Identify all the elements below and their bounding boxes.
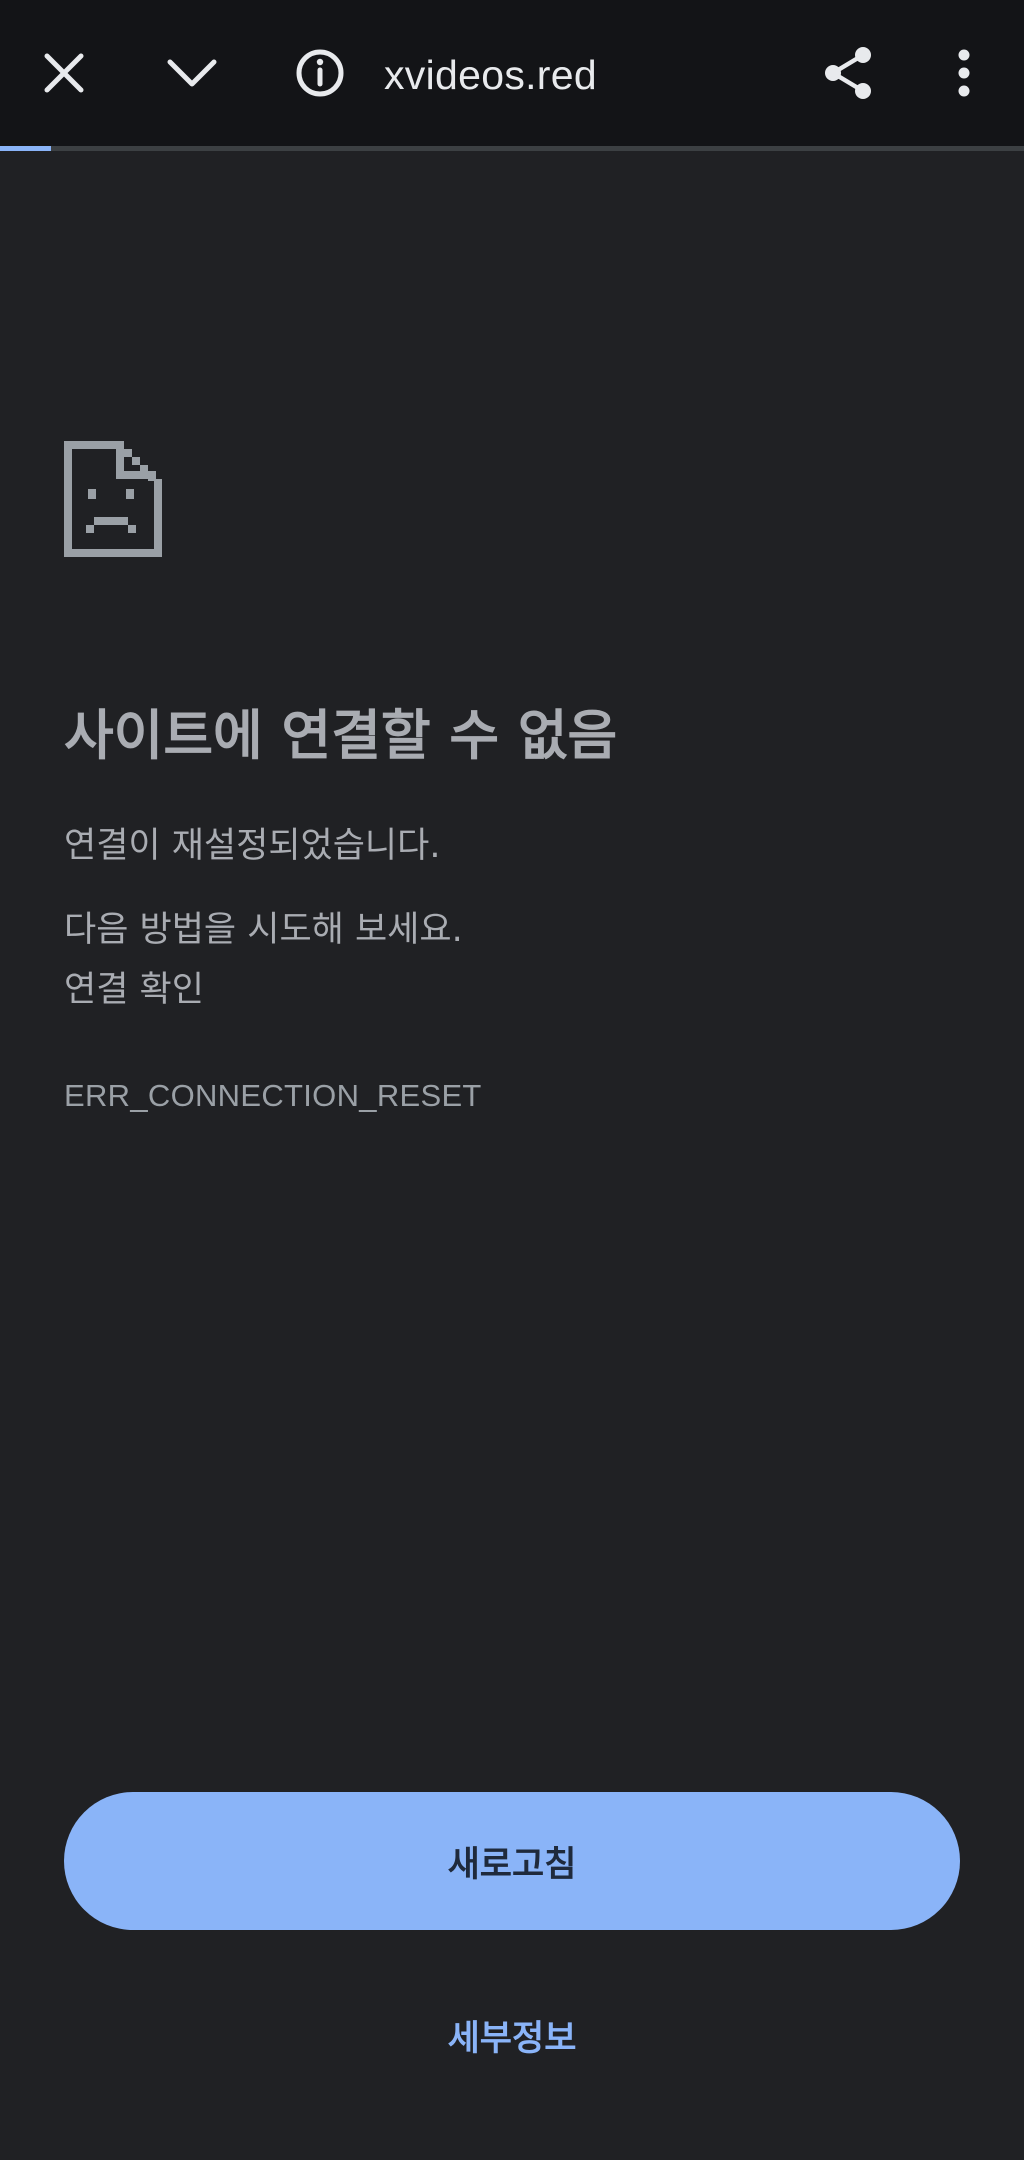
sad-page-icon (64, 441, 162, 557)
chevron-down-icon (167, 59, 217, 87)
url-text[interactable]: xvideos.red (384, 50, 597, 100)
suggestion-item: 연결 확인 (64, 970, 204, 1010)
reload-button[interactable]: 새로고침 (64, 1792, 960, 1930)
share-button[interactable] (808, 33, 888, 113)
info-icon (296, 49, 344, 97)
close-icon (44, 53, 84, 93)
more-vert-icon (958, 49, 970, 97)
close-button[interactable] (24, 33, 104, 113)
minimize-button[interactable] (152, 33, 232, 113)
error-message: 연결이 재설정되었습니다. (64, 826, 441, 866)
more-options-button[interactable] (924, 33, 1004, 113)
details-button[interactable]: 세부정보 (412, 2005, 612, 2065)
reload-button-label: 새로고침 (447, 1844, 577, 1885)
custom-tab-toolbar: xvideos.red (0, 0, 1024, 146)
site-info-button[interactable] (280, 33, 360, 113)
suggestion-intro: 다음 방법을 시도해 보세요. (64, 910, 463, 950)
share-icon (825, 47, 871, 99)
error-title: 사이트에 연결할 수 없음 (64, 704, 618, 767)
error-code: ERR_CONNECTION_RESET (64, 1078, 482, 1113)
